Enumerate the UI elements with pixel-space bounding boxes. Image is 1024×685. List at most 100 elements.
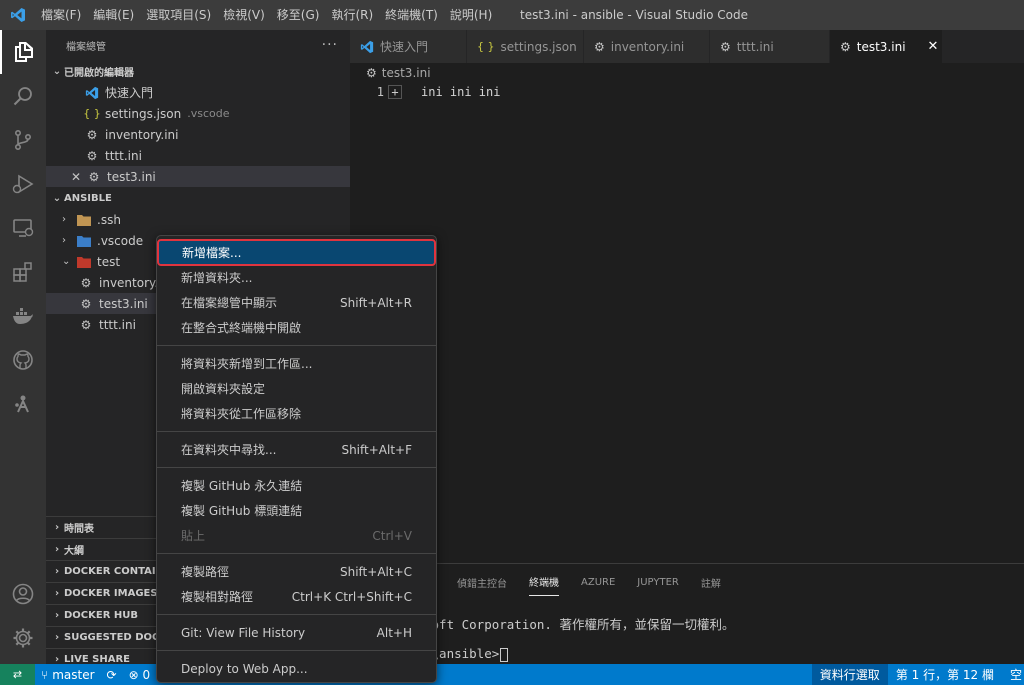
menu-item-label: 在檔案總管中顯示 <box>181 296 278 310</box>
docker-icon[interactable] <box>0 294 46 338</box>
menu-item-shortcut: Ctrl+V <box>372 528 412 543</box>
menu-item-label: 複製相對路徑 <box>181 590 254 604</box>
tab-label: 快速入門 <box>380 40 429 54</box>
tab-test3-ini[interactable]: ⚙ test3.ini ✕ <box>830 30 943 63</box>
tab-comments[interactable]: 註解 <box>701 569 721 596</box>
open-editor-item[interactable]: ⚙ inventory.ini <box>46 124 350 145</box>
chevron-right-icon: › <box>54 522 60 533</box>
code-line[interactable]: 1 + ini ini ini <box>350 83 500 101</box>
menu-item-label: 開啟資料夾設定 <box>181 382 266 396</box>
activity-bar <box>0 30 46 664</box>
menu-selection[interactable]: 選取項目(S) <box>140 0 217 30</box>
menu-item-label: 複製路徑 <box>181 565 230 579</box>
add-comment-icon[interactable]: + <box>388 85 402 99</box>
github-icon[interactable] <box>0 338 46 382</box>
context-menu: 新增檔案... 新增資料夾... 在檔案總管中顯示 Shift+Alt+R 在整… <box>156 235 437 683</box>
open-editor-item[interactable]: { } settings.json .vscode <box>46 103 350 124</box>
problems-indicator[interactable]: ⊗ 0 <box>123 668 157 682</box>
more-actions-button[interactable]: ··· <box>322 37 338 53</box>
gear-icon: ⚙ <box>80 275 92 290</box>
cursor-position[interactable]: 第 1 行，第 12 欄 <box>888 666 1002 683</box>
workspace-section[interactable]: ⌄ ANSIBLE <box>46 187 350 209</box>
menu-item-remove-folder-from-workspace[interactable]: 將資料夾從工作區移除 <box>157 401 436 426</box>
menu-item-copy-relative-path[interactable]: 複製相對路徑 Ctrl+K Ctrl+Shift+C <box>157 584 436 609</box>
folder-icon <box>76 212 92 228</box>
menu-view[interactable]: 檢視(V) <box>217 0 271 30</box>
menu-separator <box>157 431 436 432</box>
menu-item-deploy-to-web-app[interactable]: Deploy to Web App... <box>157 656 436 681</box>
vscode-icon <box>360 40 374 54</box>
sync-icon[interactable]: ⟳ <box>101 668 123 682</box>
tree-item-name: test <box>97 254 121 269</box>
remote-explorer-icon[interactable] <box>0 206 46 250</box>
open-editor-item[interactable]: ✕ ⚙ test3.ini <box>46 166 350 187</box>
menu-separator <box>157 650 436 651</box>
explorer-icon[interactable] <box>0 30 46 74</box>
tab-azure[interactable]: AZURE <box>581 571 615 594</box>
menu-item-find-in-folder[interactable]: 在資料夾中尋找... Shift+Alt+F <box>157 437 436 462</box>
chevron-right-icon: › <box>54 588 60 599</box>
remote-indicator-icon[interactable]: ⇄ <box>0 664 35 685</box>
close-icon[interactable]: ✕ <box>68 170 84 184</box>
tab-settings-json[interactable]: { } settings.json <box>467 30 584 63</box>
menu-item-label: 新增資料夾... <box>181 271 253 285</box>
tab-inventory-ini[interactable]: ⚙ inventory.ini <box>584 30 710 63</box>
open-editor-name: inventory.ini <box>105 127 179 142</box>
menu-item-new-file[interactable]: 新增檔案... <box>157 239 436 266</box>
source-control-icon[interactable] <box>0 118 46 162</box>
gear-icon: ⚙ <box>86 148 98 163</box>
tab-jupyter[interactable]: JUPYTER <box>637 571 679 594</box>
branch-indicator[interactable]: ⑂ master <box>35 668 101 682</box>
chevron-right-icon: › <box>54 544 60 555</box>
open-editor-item[interactable]: 快速入門 <box>46 82 350 103</box>
tab-debug-console[interactable]: 偵錯主控台 <box>457 569 507 596</box>
terminal-cursor <box>500 647 509 662</box>
extensions-icon[interactable] <box>0 250 46 294</box>
breadcrumb[interactable]: ⚙ test3.ini <box>366 66 431 80</box>
tab-tttt-ini[interactable]: ⚙ tttt.ini <box>710 30 830 63</box>
tree-folder[interactable]: › .ssh <box>46 209 350 230</box>
search-icon[interactable] <box>0 74 46 118</box>
tab-terminal[interactable]: 終端機 <box>529 568 559 596</box>
section-label: SUGGESTED DOCK <box>64 632 168 643</box>
menu-item-open-in-terminal[interactable]: 在整合式終端機中開啟 <box>157 315 436 340</box>
run-debug-icon[interactable] <box>0 162 46 206</box>
menu-item-new-folder[interactable]: 新增資料夾... <box>157 265 436 290</box>
code-text[interactable]: ini ini ini <box>421 85 500 99</box>
gear-icon: ⚙ <box>840 39 851 54</box>
menu-item-label: 複製 GitHub 永久連結 <box>181 479 303 493</box>
menu-file[interactable]: 檔案(F) <box>35 0 87 30</box>
selection-mode[interactable]: 資料行選取 <box>811 664 888 685</box>
ansible-icon[interactable] <box>0 382 46 426</box>
menu-item-add-folder-to-workspace[interactable]: 將資料夾新增到工作區... <box>157 351 436 376</box>
menu-item-copy-github-head-link[interactable]: 複製 GitHub 標頭連結 <box>157 498 436 523</box>
menu-go[interactable]: 移至(G) <box>271 0 326 30</box>
open-editors-section[interactable]: ⌄ 已開啟的編輯器 <box>46 60 350 82</box>
line-number: 1 <box>376 85 384 99</box>
section-label: 時間表 <box>64 524 94 535</box>
section-label: 大綱 <box>64 546 84 557</box>
tree-item-name: inventory.i <box>99 275 162 290</box>
menu-run[interactable]: 執行(R) <box>325 0 379 30</box>
account-icon[interactable] <box>0 572 46 616</box>
chevron-down-icon: ⌄ <box>52 192 62 204</box>
settings-gear-icon[interactable] <box>0 616 46 660</box>
section-label: DOCKER HUB <box>64 610 139 621</box>
menu-item-label: 貼上 <box>181 529 206 543</box>
menu-item-git-view-file-history[interactable]: Git: View File History Alt+H <box>157 620 436 645</box>
menu-item-copy-github-permalink[interactable]: 複製 GitHub 永久連結 <box>157 473 436 498</box>
editor-area[interactable]: ⚙ test3.ini 1 + ini ini ini <box>350 63 1024 563</box>
menu-item-open-folder-settings[interactable]: 開啟資料夾設定 <box>157 376 436 401</box>
close-tab-icon[interactable]: ✕ <box>928 39 939 54</box>
menu-item-label: Deploy to Web App... <box>181 661 308 676</box>
menu-item-label: 在整合式終端機中開啟 <box>181 321 302 335</box>
tab-welcome[interactable]: 快速入門 <box>350 30 467 63</box>
vscode-icon <box>84 85 100 101</box>
menu-help[interactable]: 說明(H) <box>444 0 498 30</box>
indentation[interactable]: 空 <box>1002 666 1024 683</box>
open-editor-item[interactable]: ⚙ tttt.ini <box>46 145 350 166</box>
menu-edit[interactable]: 編輯(E) <box>87 0 140 30</box>
menu-item-reveal-in-explorer[interactable]: 在檔案總管中顯示 Shift+Alt+R <box>157 290 436 315</box>
menu-terminal[interactable]: 終端機(T) <box>379 0 444 30</box>
menu-item-copy-path[interactable]: 複製路徑 Shift+Alt+C <box>157 559 436 584</box>
